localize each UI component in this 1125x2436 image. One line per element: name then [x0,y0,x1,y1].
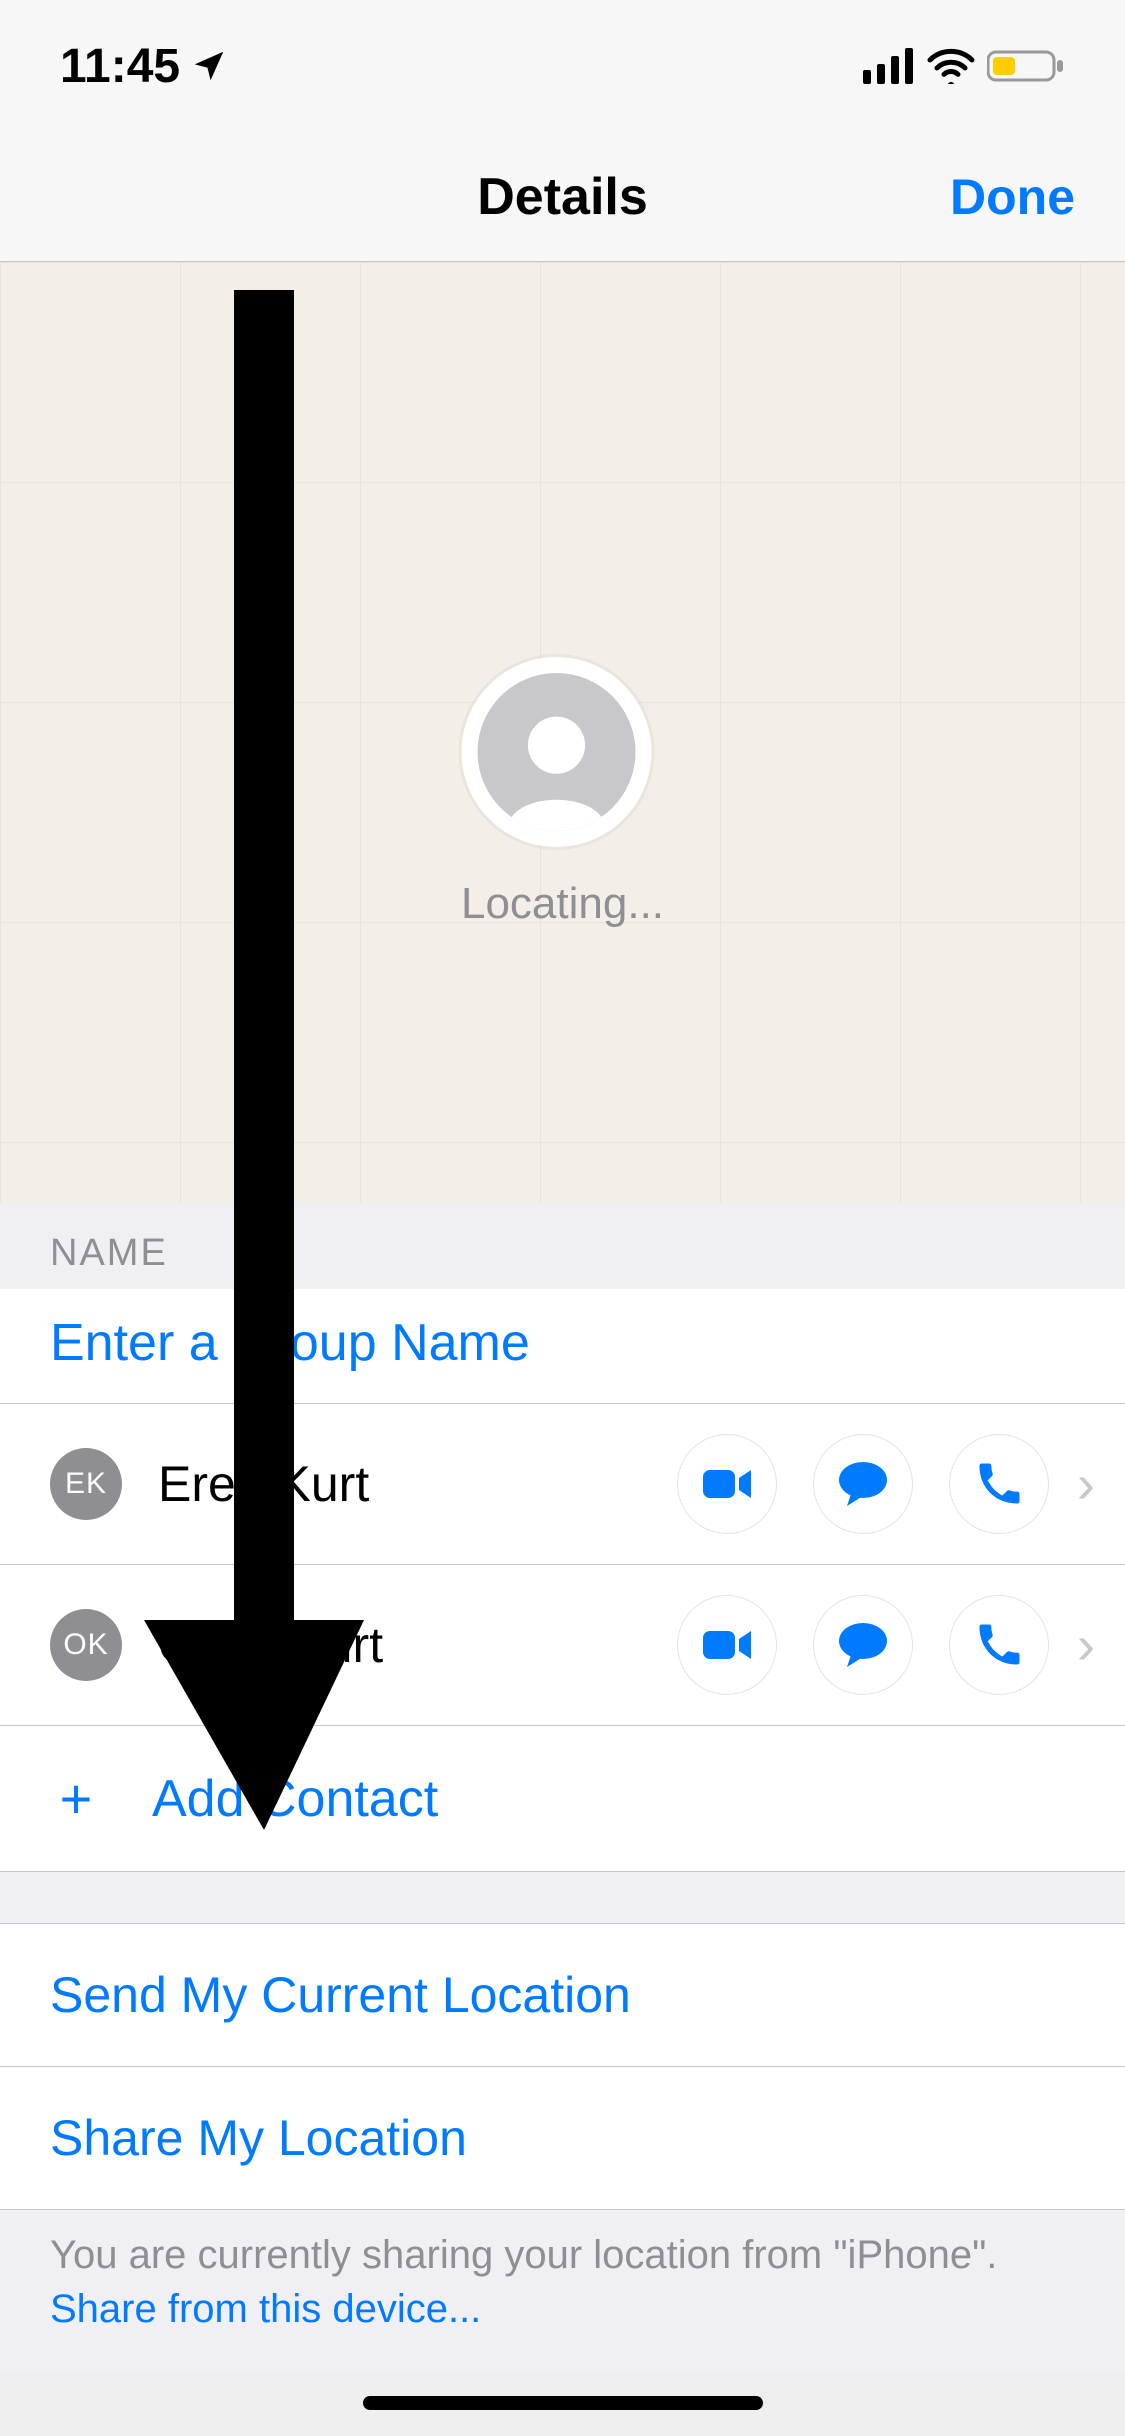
map-area[interactable]: Locating... [0,262,1125,1202]
location-sharing-note: You are currently sharing your location … [0,2210,1125,2372]
group-name-input[interactable]: Enter a Group Name [0,1289,1125,1404]
done-button[interactable]: Done [950,168,1075,226]
add-contact-button[interactable]: + Add Contact [0,1726,1125,1872]
plus-icon: + [50,1766,102,1831]
status-right [863,48,1065,84]
phone-icon [976,1622,1022,1668]
cellular-icon [863,48,915,84]
contact-name: Ozge Kurt [158,1616,677,1674]
location-arrow-icon [190,47,228,85]
avatar: OK [50,1609,122,1681]
group-name-placeholder: Enter a Group Name [50,1314,530,1372]
page-title: Details [477,167,648,227]
video-call-button[interactable] [677,1434,777,1534]
status-time-area: 11:45 [60,39,228,94]
video-icon [701,1466,753,1502]
map-avatar-pin: Locating... [461,657,664,929]
share-from-device-link[interactable]: Share from this device... [50,2287,481,2331]
nav-bar: Details Done [0,132,1125,262]
avatar-placeholder-icon [477,673,635,831]
contact-row-ozge[interactable]: OK Ozge Kurt › [0,1565,1125,1726]
chevron-right-icon: › [1077,1453,1095,1515]
footer-text: You are currently sharing your location … [50,2233,997,2277]
message-icon [837,1460,889,1508]
message-icon [837,1621,889,1669]
contact-name: Eren Kurt [158,1455,677,1513]
call-button[interactable] [949,1595,1049,1695]
contact-row-eren[interactable]: EK Eren Kurt › [0,1404,1125,1565]
status-time: 11:45 [60,39,180,94]
send-current-location-button[interactable]: Send My Current Location [0,1924,1125,2067]
map-locating-status: Locating... [461,879,664,929]
phone-icon [976,1461,1022,1507]
message-button[interactable] [813,1595,913,1695]
call-button[interactable] [949,1434,1049,1534]
video-icon [701,1627,753,1663]
share-my-location-button[interactable]: Share My Location [0,2067,1125,2210]
section-gap [0,1872,1125,1924]
home-indicator[interactable] [363,2396,763,2410]
chevron-right-icon: › [1077,1614,1095,1676]
message-button[interactable] [813,1434,913,1534]
map-avatar-circle [461,657,651,847]
add-contact-label: Add Contact [152,1769,438,1829]
contact-actions [677,1595,1049,1695]
name-section-header: NAME [0,1202,1125,1289]
video-call-button[interactable] [677,1595,777,1695]
avatar: EK [50,1448,122,1520]
contact-actions [677,1434,1049,1534]
status-bar: 11:45 [0,0,1125,132]
wifi-icon [927,48,975,84]
battery-icon [987,48,1065,84]
